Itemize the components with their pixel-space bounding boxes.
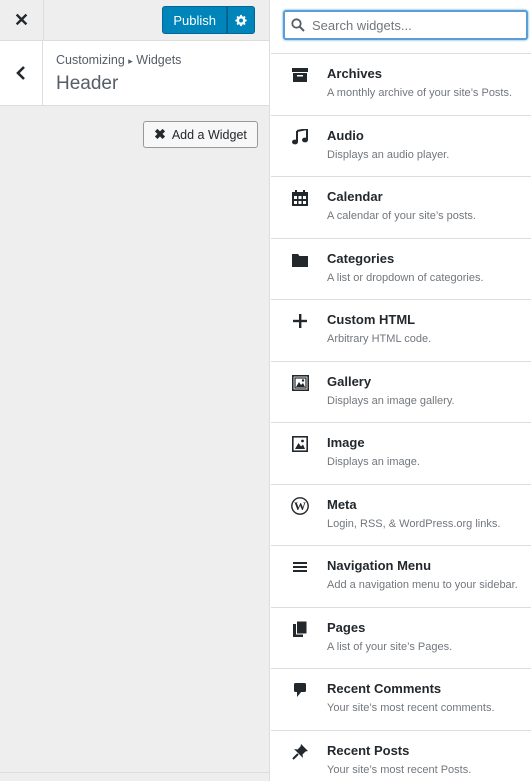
widget-item-meta[interactable]: W Meta Login, RSS, & WordPress.org links… xyxy=(271,485,531,546)
breadcrumb: Customizing ▸ Widgets xyxy=(56,53,181,67)
section-titles: Customizing ▸ Widgets Header xyxy=(43,41,181,105)
add-widget-label: Add a Widget xyxy=(171,127,247,142)
section-header: Customizing ▸ Widgets Header xyxy=(0,41,269,106)
widget-item-audio[interactable]: Audio Displays an audio player. xyxy=(271,116,531,177)
back-button[interactable] xyxy=(0,41,43,105)
widget-description: A list or dropdown of categories. xyxy=(327,271,484,284)
widget-description: Your site’s most recent Posts. xyxy=(327,763,472,776)
svg-text:W: W xyxy=(294,499,306,513)
widget-description: A calendar of your site’s posts. xyxy=(327,210,476,222)
widget-name: Recent Comments xyxy=(327,681,442,696)
widget-description: A list of your site’s Pages. xyxy=(327,640,453,653)
widget-name: Audio xyxy=(327,127,364,143)
comment-icon xyxy=(291,681,309,699)
widget-name: Recent Posts xyxy=(327,742,410,758)
folder-icon xyxy=(291,251,309,269)
widget-search-bar xyxy=(271,0,531,54)
widget-name: Archives xyxy=(327,66,382,81)
widget-item-gallery[interactable]: Gallery Displays an image gallery. xyxy=(271,362,531,423)
widget-item-recent-comments[interactable]: Recent Comments Your site’s most recent … xyxy=(271,669,531,731)
calendar-icon xyxy=(291,189,309,207)
customizer-header: ✕ Publish xyxy=(0,0,269,41)
chevron-left-icon xyxy=(16,66,25,80)
publish-settings-button[interactable] xyxy=(227,6,255,34)
widget-description: Displays an image. xyxy=(327,456,420,468)
music-icon xyxy=(291,128,309,146)
widget-description: Your site’s most recent comments. xyxy=(327,702,495,714)
pin-icon xyxy=(291,743,309,761)
widget-item-pages[interactable]: Pages A list of your site’s Pages. xyxy=(271,608,531,669)
search-box xyxy=(283,10,528,40)
widget-name: Meta xyxy=(327,496,357,512)
plus-icon xyxy=(291,312,309,330)
widget-description: Displays an image gallery. xyxy=(327,394,455,407)
widget-item-image[interactable]: Image Displays an image. xyxy=(271,423,531,485)
breadcrumb-prefix: Customizing xyxy=(56,53,125,67)
wordpress-icon: W xyxy=(291,496,309,515)
widget-name: Custom HTML xyxy=(327,312,416,327)
widget-description: Arbitrary HTML code. xyxy=(327,333,432,345)
search-icon xyxy=(291,18,305,32)
close-customizer-button[interactable]: ✕ xyxy=(0,0,44,41)
publish-button[interactable]: Publish xyxy=(162,6,227,34)
widget-name: Pages xyxy=(327,619,366,635)
section-title: Header xyxy=(56,73,119,94)
widget-item-categories[interactable]: Categories A list or dropdown of categor… xyxy=(271,239,531,300)
widget-name: Calendar xyxy=(327,189,383,204)
breadcrumb-separator: ▸ xyxy=(128,56,133,66)
widget-item-navigation-menu[interactable]: Navigation Menu Add a navigation menu to… xyxy=(271,546,531,608)
add-widget-button[interactable]: ✖ Add a Widget xyxy=(143,121,258,148)
divider xyxy=(0,772,270,773)
close-icon: ✕ xyxy=(13,9,30,30)
widget-item-calendar[interactable]: Calendar A calendar of your site’s posts… xyxy=(271,177,531,239)
widget-name: Image xyxy=(327,435,365,450)
search-input[interactable] xyxy=(283,10,528,40)
widget-item-archives[interactable]: Archives A monthly archive of your site’… xyxy=(271,54,531,116)
image-icon xyxy=(291,435,309,453)
widget-description: Add a navigation menu to your sidebar. xyxy=(327,579,518,591)
widget-list: Archives A monthly archive of your site’… xyxy=(271,54,531,781)
publish-controls: Publish xyxy=(162,6,255,34)
close-icon: ✖ xyxy=(154,126,166,142)
widget-item-recent-posts[interactable]: Recent Posts Your site’s most recent Pos… xyxy=(271,731,531,781)
pages-icon xyxy=(291,620,309,638)
available-widgets-panel: Archives A monthly archive of your site’… xyxy=(271,0,531,781)
widget-name: Navigation Menu xyxy=(327,558,432,573)
widget-description: Displays an audio player. xyxy=(327,148,450,161)
gear-icon xyxy=(234,14,247,26)
widget-name: Gallery xyxy=(327,373,372,389)
widget-item-custom-html[interactable]: Custom HTML Arbitrary HTML code. xyxy=(271,300,531,362)
customizer-sidebar: ✕ Publish Customizing ▸ Widgets Header ✖… xyxy=(0,0,270,781)
widget-description: Login, RSS, & WordPress.org links. xyxy=(327,517,501,530)
breadcrumb-panel: Widgets xyxy=(136,53,182,67)
gallery-icon xyxy=(291,374,309,392)
menu-icon xyxy=(291,558,309,576)
widget-description: A monthly archive of your site’s Posts. xyxy=(327,87,513,99)
archive-icon xyxy=(291,66,309,84)
widget-name: Categories xyxy=(327,250,395,266)
